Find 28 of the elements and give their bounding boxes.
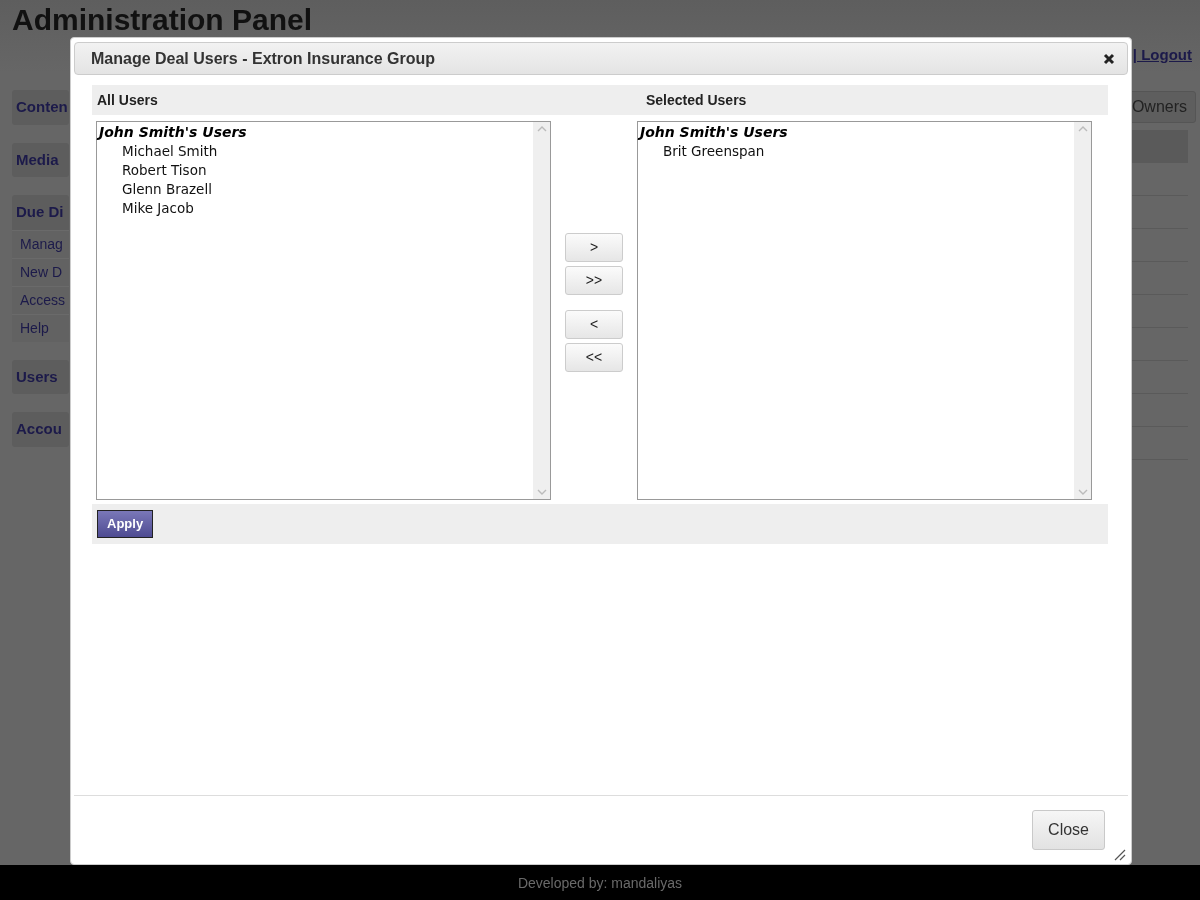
transfer-button[interactable]: < (565, 310, 623, 339)
transfer-button[interactable]: << (565, 343, 623, 372)
footer-credit: Developed by: mandaliyas (0, 865, 1200, 900)
scroll-up-icon[interactable] (1077, 125, 1088, 132)
scroll-down-icon[interactable] (536, 489, 547, 496)
scroll-up-icon[interactable] (536, 125, 547, 132)
apply-button[interactable]: Apply (97, 510, 154, 538)
close-icon[interactable] (1103, 52, 1115, 65)
scrollbar[interactable] (1074, 122, 1091, 499)
user-listbox[interactable]: John Smith's Users Michael Smith Robert Tison Glenn Brazell Mike Jacob (96, 121, 552, 500)
list-heading: Selected Users (645, 90, 747, 110)
table-header-background (1130, 130, 1188, 163)
resize-grip-icon[interactable] (1114, 849, 1126, 861)
dialog-title: Manage Deal Users - Extron Insurance Group (91, 48, 436, 69)
user-option[interactable]: Michael Smith (99, 142, 532, 161)
transfer-button[interactable]: >> (565, 266, 623, 295)
user-option[interactable]: Mike Jacob (99, 199, 532, 218)
group-label: John Smith's Users (639, 123, 789, 142)
page-title: Administration Panel (12, 5, 314, 35)
user-option[interactable]: Glenn Brazell (99, 180, 532, 199)
user-option[interactable]: Robert Tison (99, 161, 532, 180)
user-option[interactable]: Brit Greenspan (639, 142, 1072, 161)
close-button[interactable]: Close (1032, 810, 1105, 850)
list-heading: All Users (96, 90, 159, 110)
scroll-down-icon[interactable] (1077, 489, 1088, 496)
scrollbar[interactable] (533, 122, 551, 499)
transfer-button[interactable]: > (565, 233, 623, 262)
user-listbox[interactable]: John Smith's Users Brit Greenspan (636, 121, 1092, 500)
